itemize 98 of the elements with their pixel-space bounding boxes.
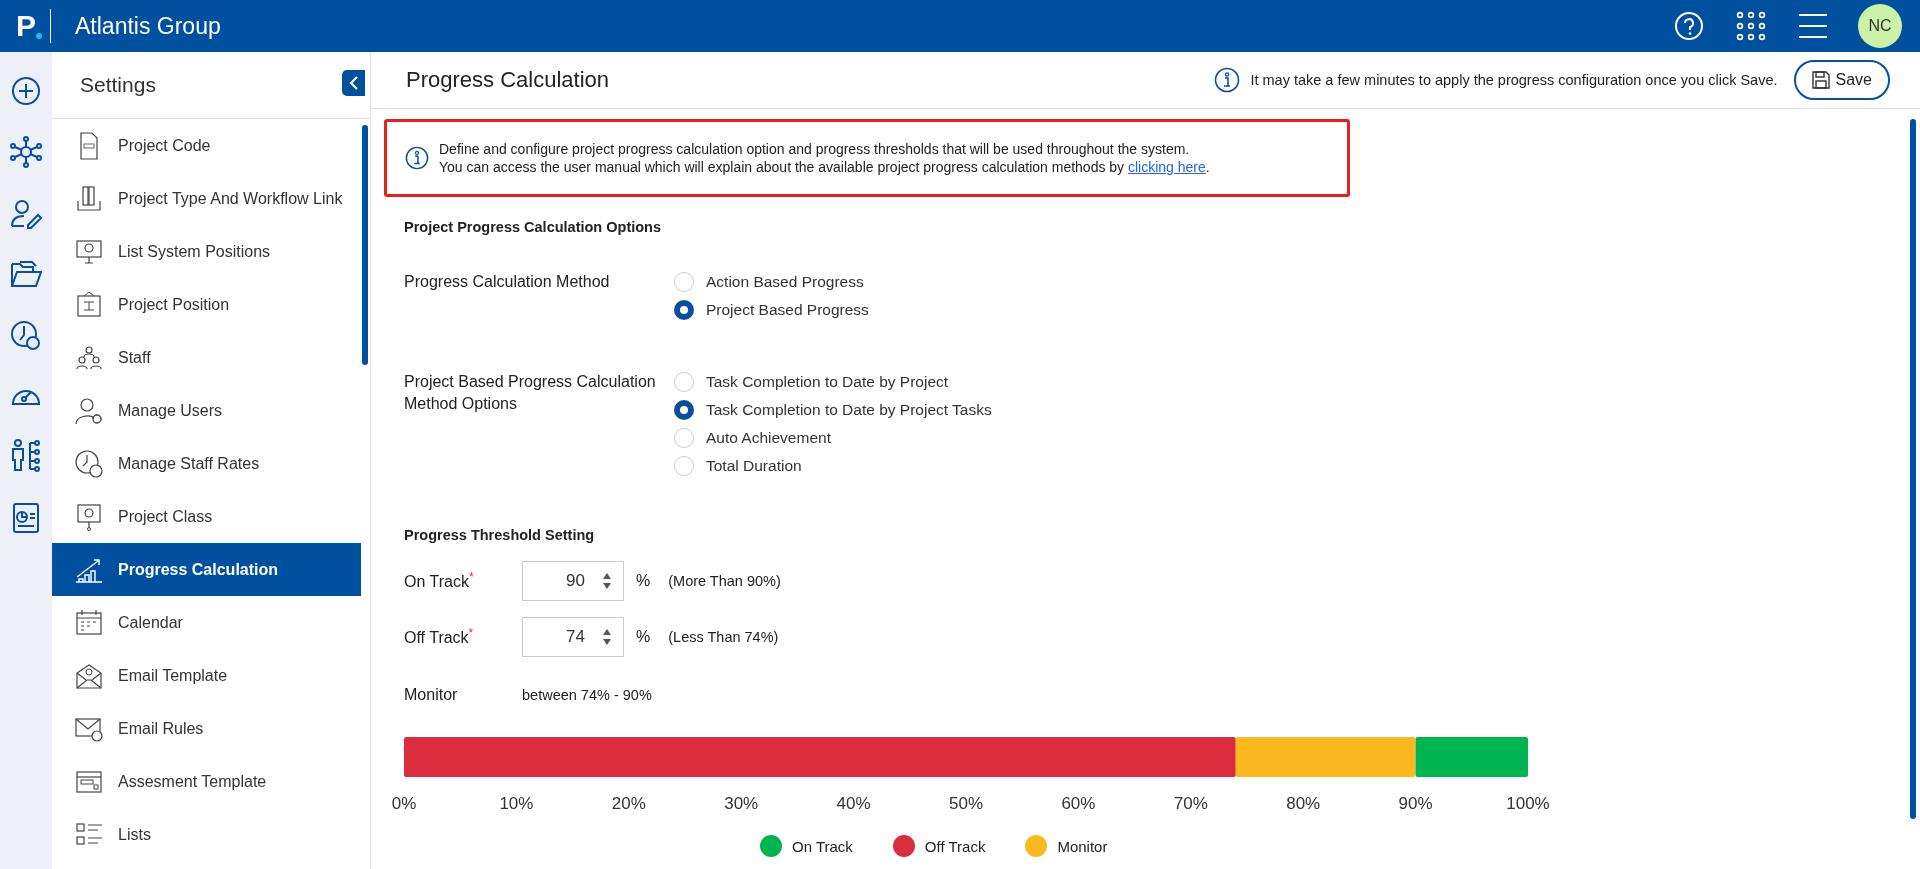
axis-tick-label: 30%: [724, 794, 759, 813]
sidebar-item-label: Assesment Template: [118, 772, 267, 791]
sidebar-item-label: Calendar: [118, 613, 183, 632]
save-button[interactable]: Save: [1793, 60, 1890, 100]
sidebar-item[interactable]: List System Positions: [52, 225, 361, 278]
sidebar-item-label: Manage Users: [118, 401, 223, 420]
axis-tick-label: 80%: [1286, 794, 1321, 813]
sidebar-item[interactable]: Project Type And Workflow Link: [52, 172, 361, 225]
menu-icon[interactable]: [1798, 13, 1828, 39]
sidebar-item[interactable]: Calendar: [52, 596, 361, 649]
legend-label: On Track: [792, 837, 853, 855]
axis-tick-label: 20%: [611, 794, 646, 813]
axis-tick-label: 50%: [949, 794, 983, 813]
radio-button[interactable]: [674, 300, 694, 320]
sidebar-item[interactable]: Staff: [52, 331, 361, 384]
scrollbar[interactable]: [362, 125, 368, 365]
sidebar-item-label: Progress Calculation: [118, 560, 279, 579]
user-avatar[interactable]: NC: [1858, 4, 1902, 48]
unit-label: %: [636, 572, 651, 590]
sidebar-item-label: Project Code: [118, 136, 211, 155]
sidebar-item-label: Staff: [118, 348, 151, 367]
axis-tick-label: 0%: [392, 794, 417, 813]
axis-tick-label: 60%: [1061, 794, 1096, 813]
legend-label: Monitor: [1057, 837, 1108, 855]
sidebar-item[interactable]: Email Rules: [52, 702, 361, 755]
legend-label: Off Track: [924, 837, 986, 855]
page-title: Progress Calculation: [406, 67, 609, 93]
sidebar-item-label: Manage Staff Rates: [118, 454, 260, 473]
field-label: Project Based Progress Calculation Method Options: [404, 372, 657, 414]
sidebar-title: Settings: [80, 73, 156, 97]
radio-label: Action Based Progress: [706, 273, 864, 291]
info-icon: [405, 146, 429, 170]
apps-grid-icon[interactable]: [1736, 11, 1766, 41]
field-label: Progress Calculation Method: [404, 272, 611, 292]
spinner-icon[interactable]: [602, 628, 612, 646]
binders-icon: [74, 183, 104, 214]
radio-label: Task Completion to Date by Project: [706, 373, 949, 391]
presentation-icon: [74, 501, 104, 532]
radio-label: Auto Achievement: [706, 429, 831, 447]
save-icon: [1811, 71, 1830, 89]
monitor-range: between 74% - 90%: [522, 687, 652, 703]
sidebar-item-label: Project Class: [118, 507, 213, 526]
network-icon[interactable]: [10, 136, 42, 168]
axis-tick-label: 90%: [1398, 794, 1433, 813]
info-text: Define and configure project progress calculation option and progress thresholds that will be used throughout the system.: [439, 141, 1191, 157]
sidebar-item-label: Project Position: [118, 295, 230, 314]
radio-label: Total Duration: [706, 457, 802, 475]
sidebar-item-label: Email Template: [118, 666, 228, 685]
unit-label: %: [636, 628, 651, 646]
radio-label: Project Based Progress: [706, 301, 869, 319]
save-notice: It may take a few minutes to apply the progress configuration once you click Save.: [1250, 72, 1778, 88]
section-heading: Project Progress Calculation Options: [404, 219, 663, 235]
axis-tick-label: 10%: [499, 794, 534, 813]
number-field[interactable]: 90: [522, 561, 624, 601]
sidebar-item-label: Lists: [118, 825, 151, 844]
sidebar-item[interactable]: Progress Calculation: [52, 543, 361, 596]
calendar-icon: [74, 607, 104, 638]
sidebar-item[interactable]: Project Code: [52, 119, 361, 172]
field-label: Monitor: [404, 686, 459, 704]
number-field[interactable]: 74: [522, 617, 624, 657]
axis-tick-label: 40%: [836, 794, 871, 813]
field-label: On Track: [404, 573, 469, 591]
required-mark: *: [468, 570, 474, 585]
sidebar-item-label: Email Rules: [118, 719, 204, 738]
axis-tick-label: 100%: [1506, 794, 1550, 813]
collapse-button[interactable]: [342, 70, 365, 96]
axis-tick-label: 70%: [1173, 794, 1208, 813]
scrollbar[interactable]: [1910, 119, 1916, 819]
sidebar-item[interactable]: Lists: [52, 808, 361, 861]
report-icon[interactable]: [12, 502, 40, 534]
info-icon: [1214, 67, 1241, 93]
app-title: Atlantis Group: [75, 12, 221, 40]
threshold-note: (Less Than 74%): [668, 629, 779, 645]
sidebar-item[interactable]: Project Class: [52, 490, 361, 543]
section-heading: Progress Threshold Setting: [404, 527, 596, 543]
radio-label: Task Completion to Date by Project Tasks: [706, 401, 992, 419]
manual-link[interactable]: clicking here: [1128, 159, 1206, 175]
sidebar-item[interactable]: Manage Users: [52, 384, 361, 437]
chevron-left-icon: [348, 76, 359, 90]
sidebar-item[interactable]: Assesment Template: [52, 755, 361, 808]
logo[interactable]: P: [16, 0, 40, 52]
required-mark: *: [468, 626, 474, 641]
sidebar-item-label: Project Type And Workflow Link: [118, 189, 343, 208]
person-tree-icon[interactable]: [10, 438, 42, 472]
folder-icon[interactable]: [10, 260, 42, 290]
info-text: You can access the user manual which will explain about the available project progress calculation methods by clicking here.: [439, 159, 1210, 175]
sidebar-item[interactable]: Email Template: [52, 649, 361, 702]
help-icon[interactable]: [1674, 11, 1704, 41]
sidebar-item[interactable]: Manage Staff Rates: [52, 437, 361, 490]
sidebar-item[interactable]: Project Position: [52, 278, 361, 331]
user-edit-icon[interactable]: [10, 198, 42, 230]
radio-button[interactable]: [674, 400, 694, 420]
add-icon[interactable]: [11, 76, 41, 106]
spinner-icon[interactable]: [602, 572, 612, 590]
field-label: Off Track: [404, 629, 469, 647]
threshold-note: (More Than 90%): [668, 573, 781, 589]
sidebar-item-label: List System Positions: [118, 242, 271, 261]
org-board-icon: [74, 289, 104, 320]
